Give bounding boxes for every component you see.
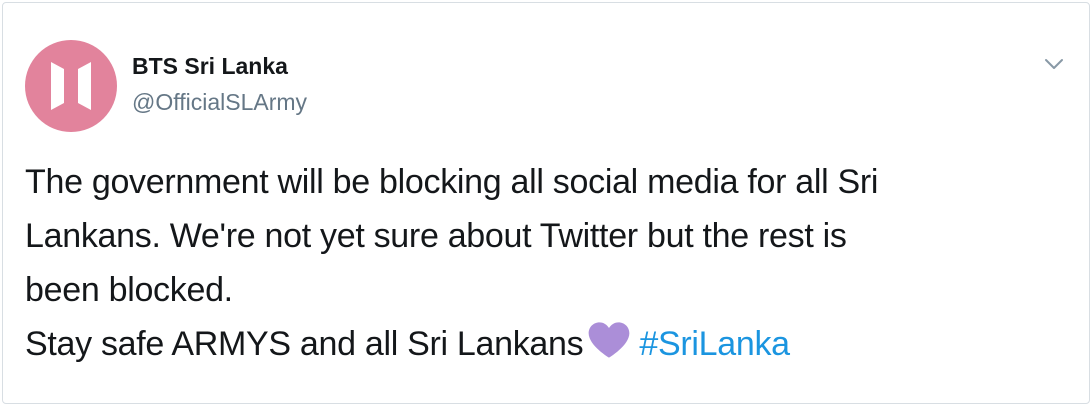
tweet-line-text: Stay safe ARMYS and all Sri Lankans xyxy=(25,325,584,363)
author-display-name[interactable]: BTS Sri Lanka xyxy=(132,53,288,80)
tweet-last-line: Stay safe ARMYS and all Sri Lankans #SriL… xyxy=(25,317,1065,375)
tweet-line: Lankans. We're not yet sure about Twitte… xyxy=(25,217,847,255)
tweet-line: The government will be blocking all soci… xyxy=(25,163,879,201)
bts-logo-icon xyxy=(51,62,91,110)
tweet-card: BTS Sri Lanka @OfficialSLArmy The govern… xyxy=(2,2,1090,404)
tweet-menu-button[interactable] xyxy=(1042,54,1066,74)
author-handle[interactable]: @OfficialSLArmy xyxy=(132,89,307,116)
avatar[interactable] xyxy=(25,40,117,132)
purple-heart-icon xyxy=(587,321,631,375)
hashtag-link[interactable]: #SriLanka xyxy=(639,325,790,363)
tweet-line: been blocked. xyxy=(25,271,233,309)
chevron-down-icon xyxy=(1045,59,1063,69)
tweet-text: The government will be blocking all soci… xyxy=(25,155,1065,375)
